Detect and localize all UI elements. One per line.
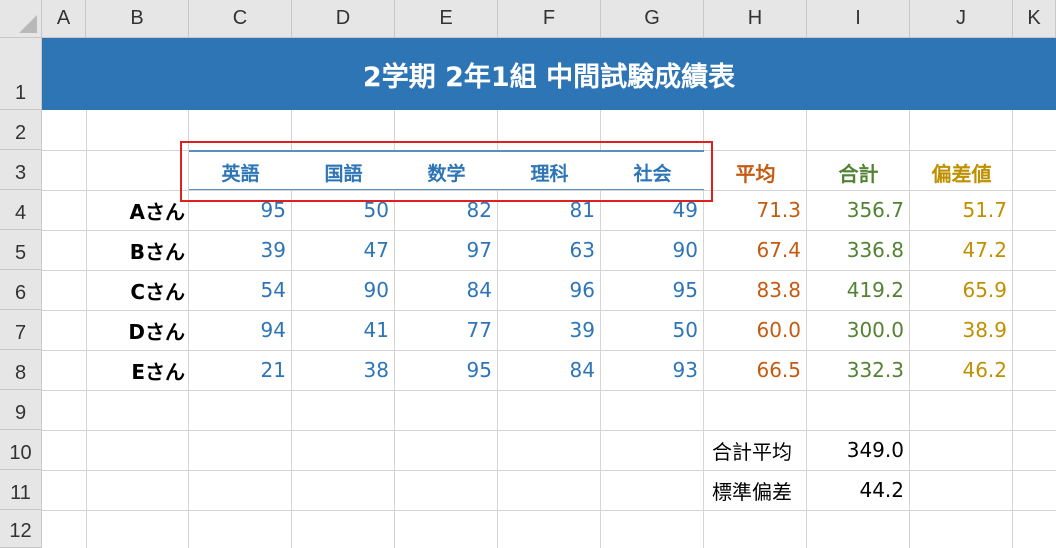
- score-cell[interactable]: 95: [601, 270, 704, 310]
- column-header-f[interactable]: F: [498, 0, 601, 38]
- column-header-d[interactable]: D: [292, 0, 395, 38]
- score-cell[interactable]: 50: [292, 190, 395, 230]
- select-all-corner[interactable]: [0, 0, 42, 38]
- subject-header-science[interactable]: 理科: [498, 152, 601, 192]
- score-cell[interactable]: 94: [189, 310, 292, 350]
- std-deviation-label[interactable]: 標準偏差: [704, 470, 807, 510]
- score-cell[interactable]: 97: [395, 230, 498, 270]
- score-cell[interactable]: 95: [395, 350, 498, 390]
- total-cell[interactable]: 300.0: [807, 310, 910, 350]
- total-average-value[interactable]: 349.0: [807, 430, 910, 470]
- row-header-6[interactable]: 6: [0, 270, 42, 310]
- score-cell[interactable]: 93: [601, 350, 704, 390]
- column-header-b[interactable]: B: [86, 0, 189, 38]
- student-name[interactable]: Bさん: [86, 230, 189, 270]
- average-cell[interactable]: 60.0: [704, 310, 807, 350]
- average-cell[interactable]: 66.5: [704, 350, 807, 390]
- subject-header-english[interactable]: 英語: [189, 152, 292, 192]
- average-cell[interactable]: 67.4: [704, 230, 807, 270]
- row-header-1[interactable]: 1: [0, 38, 42, 110]
- score-cell[interactable]: 50: [601, 310, 704, 350]
- score-cell[interactable]: 21: [189, 350, 292, 390]
- score-cell[interactable]: 38: [292, 350, 395, 390]
- student-name[interactable]: Dさん: [86, 310, 189, 350]
- sheet-title[interactable]: 2学期 2年1組 中間試験成績表: [42, 38, 1056, 110]
- total-cell[interactable]: 356.7: [807, 190, 910, 230]
- deviation-cell[interactable]: 51.7: [910, 190, 1013, 230]
- score-cell[interactable]: 81: [498, 190, 601, 230]
- deviation-cell[interactable]: 38.9: [910, 310, 1013, 350]
- average-cell[interactable]: 83.8: [704, 270, 807, 310]
- row-header-12[interactable]: 12: [0, 510, 42, 548]
- column-header-k[interactable]: K: [1013, 0, 1056, 38]
- score-cell[interactable]: 95: [189, 190, 292, 230]
- row-header-7[interactable]: 7: [0, 310, 42, 350]
- score-cell[interactable]: 90: [292, 270, 395, 310]
- column-header-c[interactable]: C: [189, 0, 292, 38]
- student-name[interactable]: Eさん: [86, 350, 189, 390]
- row-header-8[interactable]: 8: [0, 350, 42, 390]
- deviation-cell[interactable]: 65.9: [910, 270, 1013, 310]
- column-header-i[interactable]: I: [807, 0, 910, 38]
- total-cell[interactable]: 332.3: [807, 350, 910, 390]
- average-cell[interactable]: 71.3: [704, 190, 807, 230]
- subject-header-math[interactable]: 数学: [395, 152, 498, 192]
- total-header[interactable]: 合計: [807, 152, 910, 192]
- std-deviation-value[interactable]: 44.2: [807, 470, 910, 510]
- average-header[interactable]: 平均: [704, 152, 807, 192]
- score-cell[interactable]: 77: [395, 310, 498, 350]
- spreadsheet: A B C D E F G H I J K 1 2 3 4 5 6 7 8 9 …: [0, 0, 1056, 548]
- column-header-a[interactable]: A: [42, 0, 86, 38]
- column-header-g[interactable]: G: [601, 0, 704, 38]
- score-cell[interactable]: 63: [498, 230, 601, 270]
- score-cell[interactable]: 82: [395, 190, 498, 230]
- score-cell[interactable]: 41: [292, 310, 395, 350]
- score-cell[interactable]: 96: [498, 270, 601, 310]
- row-header-2[interactable]: 2: [0, 110, 42, 150]
- student-name[interactable]: Cさん: [86, 270, 189, 310]
- total-cell[interactable]: 336.8: [807, 230, 910, 270]
- score-cell[interactable]: 39: [189, 230, 292, 270]
- row-header-5[interactable]: 5: [0, 230, 42, 270]
- deviation-header[interactable]: 偏差値: [910, 152, 1013, 192]
- score-cell[interactable]: 84: [498, 350, 601, 390]
- score-cell[interactable]: 39: [498, 310, 601, 350]
- deviation-cell[interactable]: 47.2: [910, 230, 1013, 270]
- row-header-9[interactable]: 9: [0, 390, 42, 430]
- total-cell[interactable]: 419.2: [807, 270, 910, 310]
- student-name[interactable]: Aさん: [86, 190, 189, 230]
- score-cell[interactable]: 54: [189, 270, 292, 310]
- row-header-10[interactable]: 10: [0, 430, 42, 470]
- column-header-j[interactable]: J: [910, 0, 1013, 38]
- row-header-4[interactable]: 4: [0, 190, 42, 230]
- row-header-3[interactable]: 3: [0, 150, 42, 190]
- deviation-cell[interactable]: 46.2: [910, 350, 1013, 390]
- subject-header-japanese[interactable]: 国語: [292, 152, 395, 192]
- total-average-label[interactable]: 合計平均: [704, 430, 807, 470]
- score-cell[interactable]: 84: [395, 270, 498, 310]
- row-header-11[interactable]: 11: [0, 470, 42, 510]
- column-header-h[interactable]: H: [704, 0, 807, 38]
- subject-header-social[interactable]: 社会: [601, 152, 704, 192]
- score-cell[interactable]: 47: [292, 230, 395, 270]
- score-cell[interactable]: 90: [601, 230, 704, 270]
- score-cell[interactable]: 49: [601, 190, 704, 230]
- column-header-e[interactable]: E: [395, 0, 498, 38]
